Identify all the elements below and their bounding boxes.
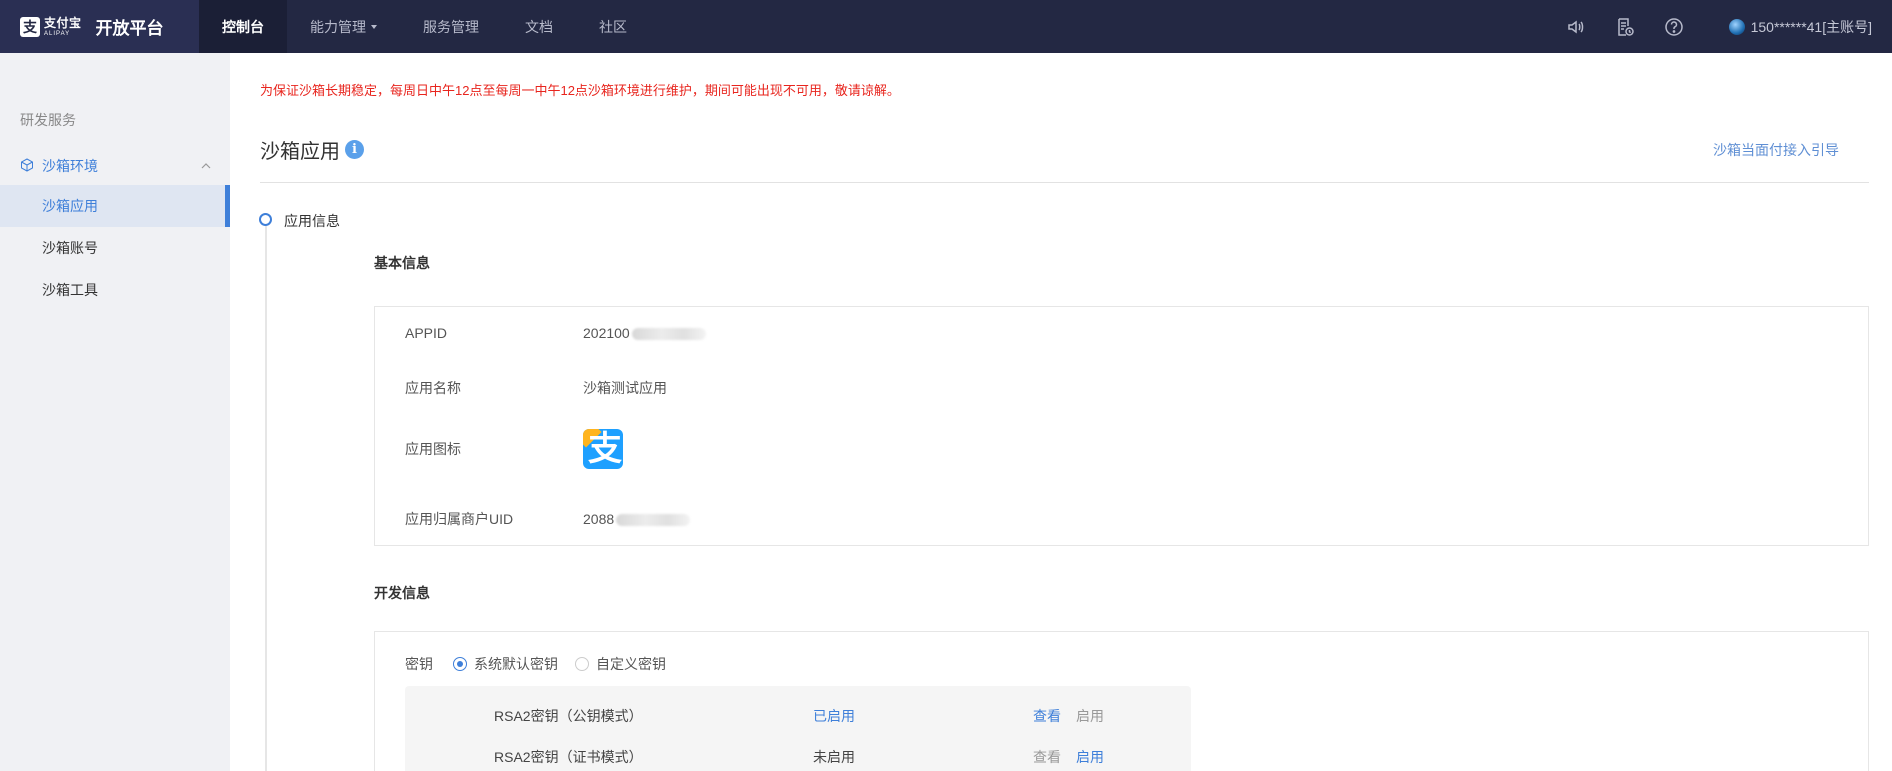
cube-icon <box>20 157 34 175</box>
sidebar-item-label: 沙箱工具 <box>42 282 98 298</box>
maintenance-notice: 为保证沙箱长期稳定，每周日中午12点至每周一中午12点沙箱环境进行维护，期间可能… <box>260 83 900 98</box>
logo-cn: 支付宝 <box>44 15 82 30</box>
alipay-logo-text: 支付宝 ALIPAY <box>44 17 82 37</box>
table-row: RSA2密钥（公钥模式） 已启用 查看 启用 <box>405 696 1191 736</box>
avatar <box>1728 18 1745 35</box>
chevron-up-icon <box>200 159 212 175</box>
row-app-icon: 应用图标 支 <box>405 429 623 469</box>
sidebar-group-sandbox[interactable]: 沙箱环境 <box>0 149 230 183</box>
nav-console-label: 控制台 <box>222 18 264 35</box>
basic-info-title: 基本信息 <box>374 255 430 271</box>
app-name-label: 应用名称 <box>405 380 461 396</box>
account-menu[interactable]: 150******41[主账号] <box>1728 17 1872 37</box>
step-label-app-info: 应用信息 <box>284 213 340 229</box>
nav-capability-label: 能力管理 <box>310 18 366 35</box>
enable-key-link[interactable]: 启用 <box>1076 747 1104 767</box>
brand[interactable]: 支付宝 ALIPAY 开放平台 <box>0 0 199 53</box>
key-status: 未启用 <box>813 749 855 765</box>
appid-label: APPID <box>405 325 448 341</box>
basic-info-card: APPID 202100 应用名称 沙箱测试应用 应用图标 支 应用归属商户UI… <box>374 306 1869 546</box>
timeline-dot-icon <box>259 213 272 226</box>
row-appid: APPID 202100 <box>405 325 706 341</box>
speaker-icon[interactable] <box>1565 16 1587 38</box>
nav-capability[interactable]: 能力管理 <box>287 0 400 53</box>
title-divider <box>260 182 1869 183</box>
top-nav-bar: 支付宝 ALIPAY 开放平台 控制台 能力管理 服务管理 文档 社区 150*… <box>0 0 1892 53</box>
appid-value-text: 202100 <box>583 325 630 341</box>
radio-custom-key[interactable]: 自定义密钥 <box>575 654 666 674</box>
nav-console[interactable]: 控制台 <box>199 0 287 53</box>
sidebar-item-sandbox-account[interactable]: 沙箱账号 <box>0 227 230 269</box>
dev-info-card: 密钥 系统默认密钥 自定义密钥 RSA2密钥（公钥模式） 已启用 查看 启用 R… <box>374 631 1869 771</box>
app-icon-glyph: 支 <box>588 429 622 469</box>
sidebar-item-sandbox-app[interactable]: 沙箱应用 <box>0 185 230 227</box>
redacted-mask <box>616 514 691 527</box>
sidebar-section-title: 研发服务 <box>20 112 76 128</box>
document-clock-icon[interactable] <box>1614 16 1636 38</box>
sidebar: 研发服务 沙箱环境 沙箱应用 沙箱账号 沙箱工具 <box>0 53 230 771</box>
caret-down-icon <box>371 24 377 29</box>
sidebar-item-label: 沙箱账号 <box>42 240 98 256</box>
app-name-value: 沙箱测试应用 <box>583 380 667 396</box>
merchant-uid-value: 2088 <box>583 511 691 527</box>
sidebar-group-label: 沙箱环境 <box>42 158 98 174</box>
account-label: 150******41[主账号] <box>1750 18 1872 35</box>
main-nav: 控制台 能力管理 服务管理 文档 社区 <box>199 0 650 53</box>
key-label: 密钥 <box>405 656 433 672</box>
nav-service-label: 服务管理 <box>423 18 479 35</box>
radio-selected-icon[interactable] <box>453 657 467 671</box>
info-icon[interactable]: i <box>345 140 364 159</box>
page-title-text: 沙箱应用 <box>260 141 340 163</box>
radio-custom-key-label: 自定义密钥 <box>596 656 666 672</box>
keys-table: RSA2密钥（公钥模式） 已启用 查看 启用 RSA2密钥（证书模式） 未启用 … <box>405 686 1191 771</box>
key-name: RSA2密钥（公钥模式） <box>494 708 643 724</box>
alipay-app-icon: 支 <box>583 429 623 469</box>
row-merchant-uid: 应用归属商户UID 2088 <box>405 509 691 529</box>
help-icon[interactable] <box>1663 16 1685 38</box>
row-app-name: 应用名称 沙箱测试应用 <box>405 378 667 398</box>
view-key-link[interactable]: 查看 <box>1033 706 1061 726</box>
table-row: RSA2密钥（证书模式） 未启用 查看 启用 <box>405 737 1191 771</box>
appid-value: 202100 <box>583 325 706 341</box>
key-name: RSA2密钥（证书模式） <box>494 749 643 765</box>
page-title: 沙箱应用 i <box>260 135 364 164</box>
nav-docs[interactable]: 文档 <box>502 0 576 53</box>
top-right-tools: 150******41[主账号] <box>1538 0 1872 53</box>
app-icon-label: 应用图标 <box>405 441 461 457</box>
radio-default-key-label: 系统默认密钥 <box>474 656 558 672</box>
sidebar-item-label: 沙箱应用 <box>42 198 98 214</box>
merchant-uid-label: 应用归属商户UID <box>405 511 514 527</box>
nav-community[interactable]: 社区 <box>576 0 650 53</box>
enable-key-link: 启用 <box>1076 708 1104 724</box>
merchant-uid-value-text: 2088 <box>583 511 615 527</box>
alipay-logo-icon <box>20 16 40 37</box>
nav-service[interactable]: 服务管理 <box>400 0 502 53</box>
radio-default-key[interactable]: 系统默认密钥 <box>453 654 558 674</box>
radio-unselected-icon[interactable] <box>575 657 589 671</box>
sidebar-item-sandbox-tools[interactable]: 沙箱工具 <box>0 269 230 311</box>
logo-en: ALIPAY <box>44 30 71 37</box>
key-type-selector: 密钥 系统默认密钥 自定义密钥 <box>405 654 683 674</box>
dev-info-title: 开发信息 <box>374 585 430 601</box>
timeline-line <box>265 226 267 771</box>
nav-docs-label: 文档 <box>525 18 553 35</box>
brand-title: 开放平台 <box>95 19 164 38</box>
key-status: 已启用 <box>813 708 855 724</box>
view-key-link: 查看 <box>1033 749 1061 765</box>
guide-link[interactable]: 沙箱当面付接入引导 <box>1713 140 1839 160</box>
redacted-mask <box>631 328 706 341</box>
nav-community-label: 社区 <box>599 18 627 35</box>
